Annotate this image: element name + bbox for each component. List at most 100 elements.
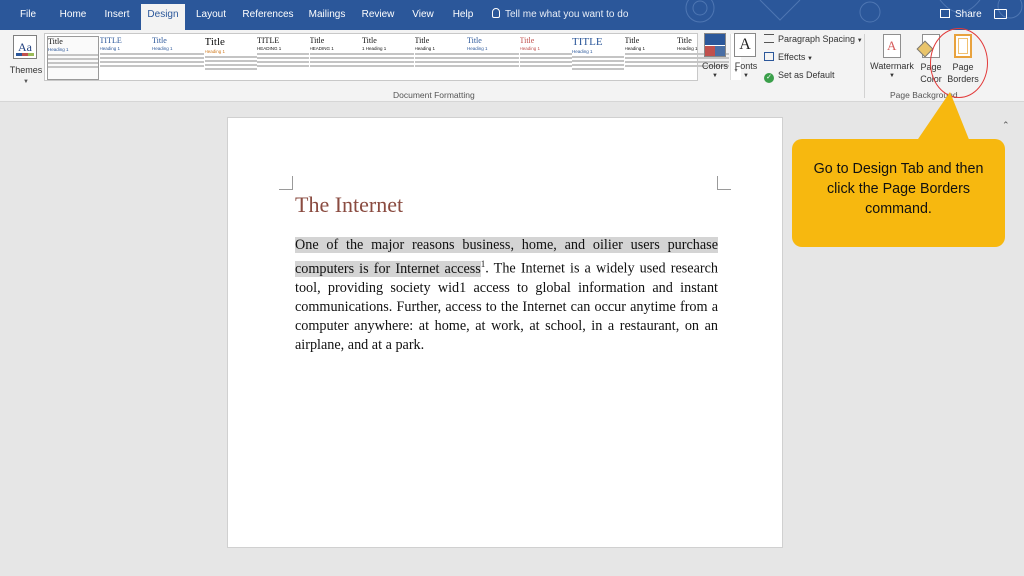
style-text-line <box>257 53 309 55</box>
style-text-line <box>624 61 677 63</box>
style-set-thumb[interactable]: Title Heading 1 <box>624 36 677 80</box>
style-text-line <box>572 68 624 70</box>
effects-button[interactable]: Effects ▼ <box>764 52 813 62</box>
check-icon: ✓ <box>764 73 774 83</box>
style-text-line <box>204 60 257 62</box>
style-title-sample: Title <box>467 36 482 45</box>
selected-text-2: computers is for Internet access <box>295 260 481 277</box>
style-heading-sample: Heading 1 <box>624 46 646 51</box>
comments-icon[interactable] <box>994 9 1007 19</box>
style-text-line <box>152 65 204 67</box>
style-text-line <box>152 57 204 59</box>
collapse-ribbon-icon[interactable]: ⌃ <box>1002 120 1010 131</box>
style-set-thumb[interactable]: Title Heading 1 <box>414 36 467 80</box>
highlight-circle <box>930 28 988 98</box>
fonts-button[interactable]: Fonts <box>729 61 763 71</box>
style-heading-sample: Heading 1 <box>152 46 173 51</box>
style-set-thumb[interactable]: TITLE Heading 1 <box>572 36 624 80</box>
style-text-line <box>362 61 414 63</box>
style-text-line <box>677 57 729 59</box>
style-set-thumb[interactable]: Title Heading 1 <box>47 36 99 80</box>
style-set-thumb[interactable]: TITLE Heading 1 <box>99 36 152 80</box>
document-formatting-group-label: Document Formatting <box>393 90 475 100</box>
style-heading-sample: Heading 1 <box>414 46 436 51</box>
style-text-line <box>99 65 152 67</box>
document-page[interactable]: The Internet One of the major reasons bu… <box>227 117 783 548</box>
style-heading-sample: Heading 1 <box>572 49 593 54</box>
selected-text-1: One of the major reasons business, home,… <box>295 237 718 253</box>
style-text-line <box>204 68 257 70</box>
style-text-line <box>48 66 98 68</box>
style-text-line <box>572 56 624 58</box>
tab-home[interactable]: Home <box>55 0 91 30</box>
style-set-thumb[interactable]: TITLE HEADING 1 <box>257 36 309 80</box>
style-text-line <box>624 57 677 59</box>
style-heading-sample: HEADING 1 <box>309 46 334 51</box>
style-text-line <box>204 64 257 66</box>
chevron-down-icon: ▼ <box>23 79 29 85</box>
tab-references[interactable]: References <box>240 0 296 30</box>
fonts-icon[interactable]: A <box>734 33 756 57</box>
style-text-line <box>309 61 362 63</box>
style-text-line <box>257 65 309 67</box>
style-text-line <box>362 57 414 59</box>
style-set-thumb[interactable]: Title HEADING 1 <box>309 36 362 80</box>
style-set-thumb[interactable]: Title Heading 1 <box>467 36 519 80</box>
style-text-line <box>624 53 677 55</box>
tell-me-search[interactable]: Tell me what you want to do <box>492 0 628 30</box>
chevron-down-icon: ▼ <box>889 73 895 79</box>
style-title-sample: TITLE <box>257 36 280 45</box>
style-text-line <box>414 61 467 63</box>
style-set-gallery: Title Heading 1 TITLE Heading 1 Title Heading… <box>44 33 741 81</box>
style-title-sample: Title <box>48 37 63 46</box>
set-as-default-button[interactable]: ✓ Set as Default <box>764 70 835 83</box>
document-heading: The Internet <box>295 192 404 217</box>
watermark-icon[interactable] <box>883 34 901 58</box>
callout-pointer <box>916 92 970 142</box>
margin-corner-mark <box>717 176 731 190</box>
style-set-thumb[interactable]: Title 1 Heading 1 <box>362 36 414 80</box>
design-ribbon: Aa Themes ▼ Title Heading 1 TITLE Heading 1… <box>0 30 1024 130</box>
effects-label: Effects <box>778 52 806 62</box>
style-text-line <box>48 62 98 64</box>
lightbulb-icon <box>492 8 500 18</box>
style-text-line <box>414 53 467 55</box>
tab-help[interactable]: Help <box>447 0 479 30</box>
style-text-line <box>152 53 204 55</box>
colors-icon[interactable] <box>704 33 726 57</box>
share-label: Share <box>955 9 982 20</box>
tab-mailings[interactable]: Mailings <box>304 0 350 30</box>
tab-insert[interactable]: Insert <box>99 0 135 30</box>
style-set-thumb[interactable]: Title Heading 1 <box>519 36 572 80</box>
chevron-down-icon: ▼ <box>712 73 718 79</box>
themes-label: Themes <box>9 65 43 75</box>
tab-design[interactable]: Design <box>141 4 185 30</box>
style-title-sample: Title <box>152 36 167 45</box>
style-set-thumb[interactable]: Title Heading 1 <box>204 36 257 80</box>
tab-layout[interactable]: Layout <box>192 0 230 30</box>
chevron-down-icon: ▼ <box>743 73 749 79</box>
share-icon <box>940 9 950 18</box>
tab-file[interactable]: File <box>14 0 42 30</box>
colors-button[interactable]: Colors <box>698 61 732 71</box>
style-text-line <box>257 61 309 63</box>
tab-view[interactable]: View <box>406 0 440 30</box>
style-title-sample: Title <box>362 36 377 45</box>
style-title-sample: Title <box>204 36 225 48</box>
document-paragraph: One of the major reasons business, home,… <box>295 236 718 355</box>
themes-button[interactable]: Aa Themes ▼ <box>9 33 43 99</box>
style-text-line <box>572 64 624 66</box>
share-button[interactable]: Share <box>940 0 982 30</box>
tab-review[interactable]: Review <box>358 0 398 30</box>
style-title-sample: Title <box>519 36 535 45</box>
style-set-thumb[interactable]: Title Heading 1 <box>152 36 204 80</box>
style-text-line <box>362 65 414 67</box>
style-title-sample: Title <box>309 36 325 45</box>
style-text-line <box>467 61 519 63</box>
watermark-button[interactable]: Watermark <box>868 61 916 71</box>
group-separator <box>864 34 865 98</box>
style-heading-sample: Heading 1 <box>467 46 488 51</box>
callout-text: Go to Design Tab and then click the Page… <box>813 161 984 217</box>
paragraph-spacing-button[interactable]: Paragraph Spacing ▼ <box>764 34 863 44</box>
style-text-line <box>362 53 414 55</box>
